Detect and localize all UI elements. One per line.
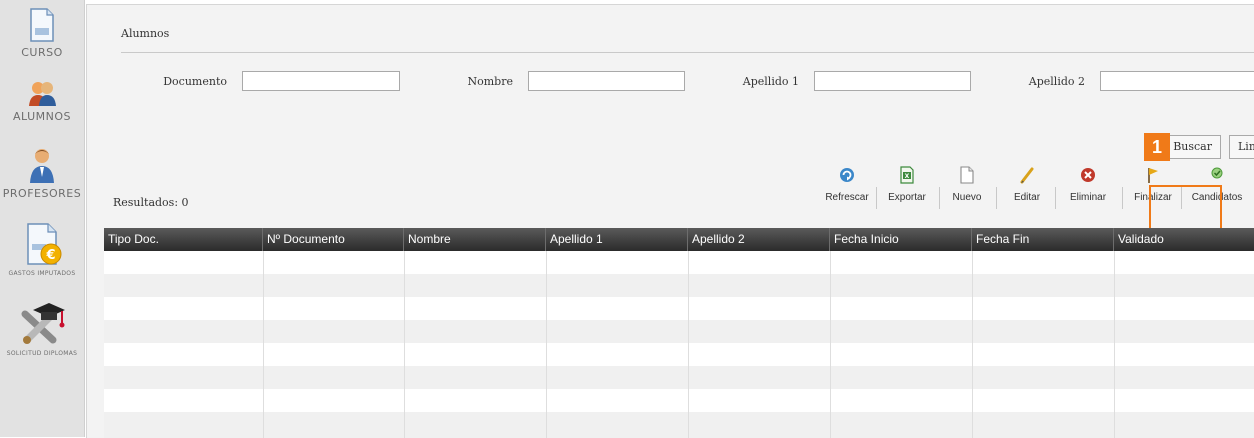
table-row [104, 251, 1254, 274]
toolbar-separator [1181, 187, 1182, 209]
column-header[interactable]: Tipo Doc. [104, 228, 263, 251]
delete-icon [1081, 168, 1095, 182]
pencil-icon [1020, 167, 1034, 184]
column-divider [1114, 251, 1115, 438]
svg-text:€: € [45, 248, 55, 263]
grid-header: Tipo Doc. Nº Documento Nombre Apellido 1… [104, 228, 1254, 251]
students-icon [29, 82, 56, 106]
column-header[interactable]: Nombre [404, 228, 546, 251]
table-row [104, 389, 1254, 412]
candidatos-label: Candidatos [1191, 192, 1243, 203]
exportar-label: Exportar [888, 192, 926, 203]
candidates-icon [1211, 167, 1223, 179]
sidebar-item-label: PROFESORES [2, 187, 82, 200]
column-divider [404, 251, 405, 438]
documento-input[interactable] [242, 71, 400, 91]
sidebar-item-profesores[interactable]: PROFESORES [0, 147, 84, 200]
toolbar-separator [996, 187, 997, 209]
column-header[interactable]: Fecha Fin [972, 228, 1114, 251]
step-badge: 1 [1144, 133, 1170, 161]
results-grid: Tipo Doc. Nº Documento Nombre Apellido 1… [104, 228, 1254, 438]
apellido1-input[interactable] [814, 71, 971, 91]
sidebar-item-alumnos[interactable]: ALUMNOS [0, 80, 84, 123]
sidebar-item-gastos-imputados[interactable]: € GASTOS IMPUTADOS [0, 222, 84, 277]
flag-icon [1148, 168, 1158, 183]
euro-document-icon: € [27, 223, 62, 265]
apellido1-label: Apellido 1 [742, 75, 799, 88]
section-divider [121, 52, 1254, 53]
teacher-icon [30, 149, 54, 183]
table-row [104, 320, 1254, 343]
sidebar-item-label: ALUMNOS [12, 110, 72, 123]
column-divider [688, 251, 689, 438]
table-row [104, 274, 1254, 297]
refresh-icon [840, 168, 854, 182]
column-header[interactable]: Fecha Inicio [830, 228, 972, 251]
table-row [104, 297, 1254, 320]
sidebar-item-label: SOLICITUD DIPLOMAS [6, 350, 78, 357]
table-row [104, 366, 1254, 389]
apellido2-input[interactable] [1100, 71, 1254, 91]
table-row [104, 412, 1254, 438]
toolbar-separator [876, 187, 877, 209]
nuevo-label: Nuevo [952, 192, 982, 203]
toolbar-separator [1122, 187, 1123, 209]
table-row [104, 343, 1254, 366]
diploma-icon [21, 303, 65, 344]
column-divider [830, 251, 831, 438]
sidebar-item-curso[interactable]: CURSO [0, 8, 84, 59]
sidebar: CURSO ALUMNOS PROFESORES € GASTOS IMPUTA… [0, 0, 85, 437]
document-icon [30, 8, 54, 42]
section-title: Alumnos [121, 27, 170, 40]
sidebar-item-label: GASTOS IMPUTADOS [8, 270, 76, 277]
toolbar-separator [939, 187, 940, 209]
main-panel: Alumnos Documento Nombre Apellido 1 Apel… [86, 4, 1254, 438]
nombre-label: Nombre [467, 75, 514, 88]
column-header[interactable]: Apellido 2 [688, 228, 830, 251]
column-divider [263, 251, 264, 438]
finalizar-label: Finalizar [1134, 192, 1172, 203]
svg-text:X: X [905, 173, 910, 180]
excel-icon: X [900, 166, 914, 184]
toolbar-separator [1055, 187, 1056, 209]
column-divider [972, 251, 973, 438]
column-header[interactable]: Validado [1114, 228, 1254, 251]
column-header[interactable]: Nº Documento [263, 228, 404, 251]
new-document-icon [960, 166, 974, 184]
editar-label: Editar [1013, 192, 1041, 203]
eliminar-label: Eliminar [1069, 192, 1107, 203]
sidebar-item-label: CURSO [21, 46, 63, 59]
refrescar-label: Refrescar [825, 192, 869, 203]
sidebar-item-solicitud-diplomas[interactable]: SOLICITUD DIPLOMAS [0, 300, 84, 357]
nombre-input[interactable] [528, 71, 685, 91]
limpiar-button[interactable]: Limpiar [1229, 135, 1254, 159]
results-count: Resultados: 0 [113, 196, 189, 209]
column-divider [546, 251, 547, 438]
apellido2-label: Apellido 2 [1028, 75, 1085, 88]
column-header[interactable]: Apellido 1 [546, 228, 688, 251]
documento-label: Documento [163, 75, 227, 88]
